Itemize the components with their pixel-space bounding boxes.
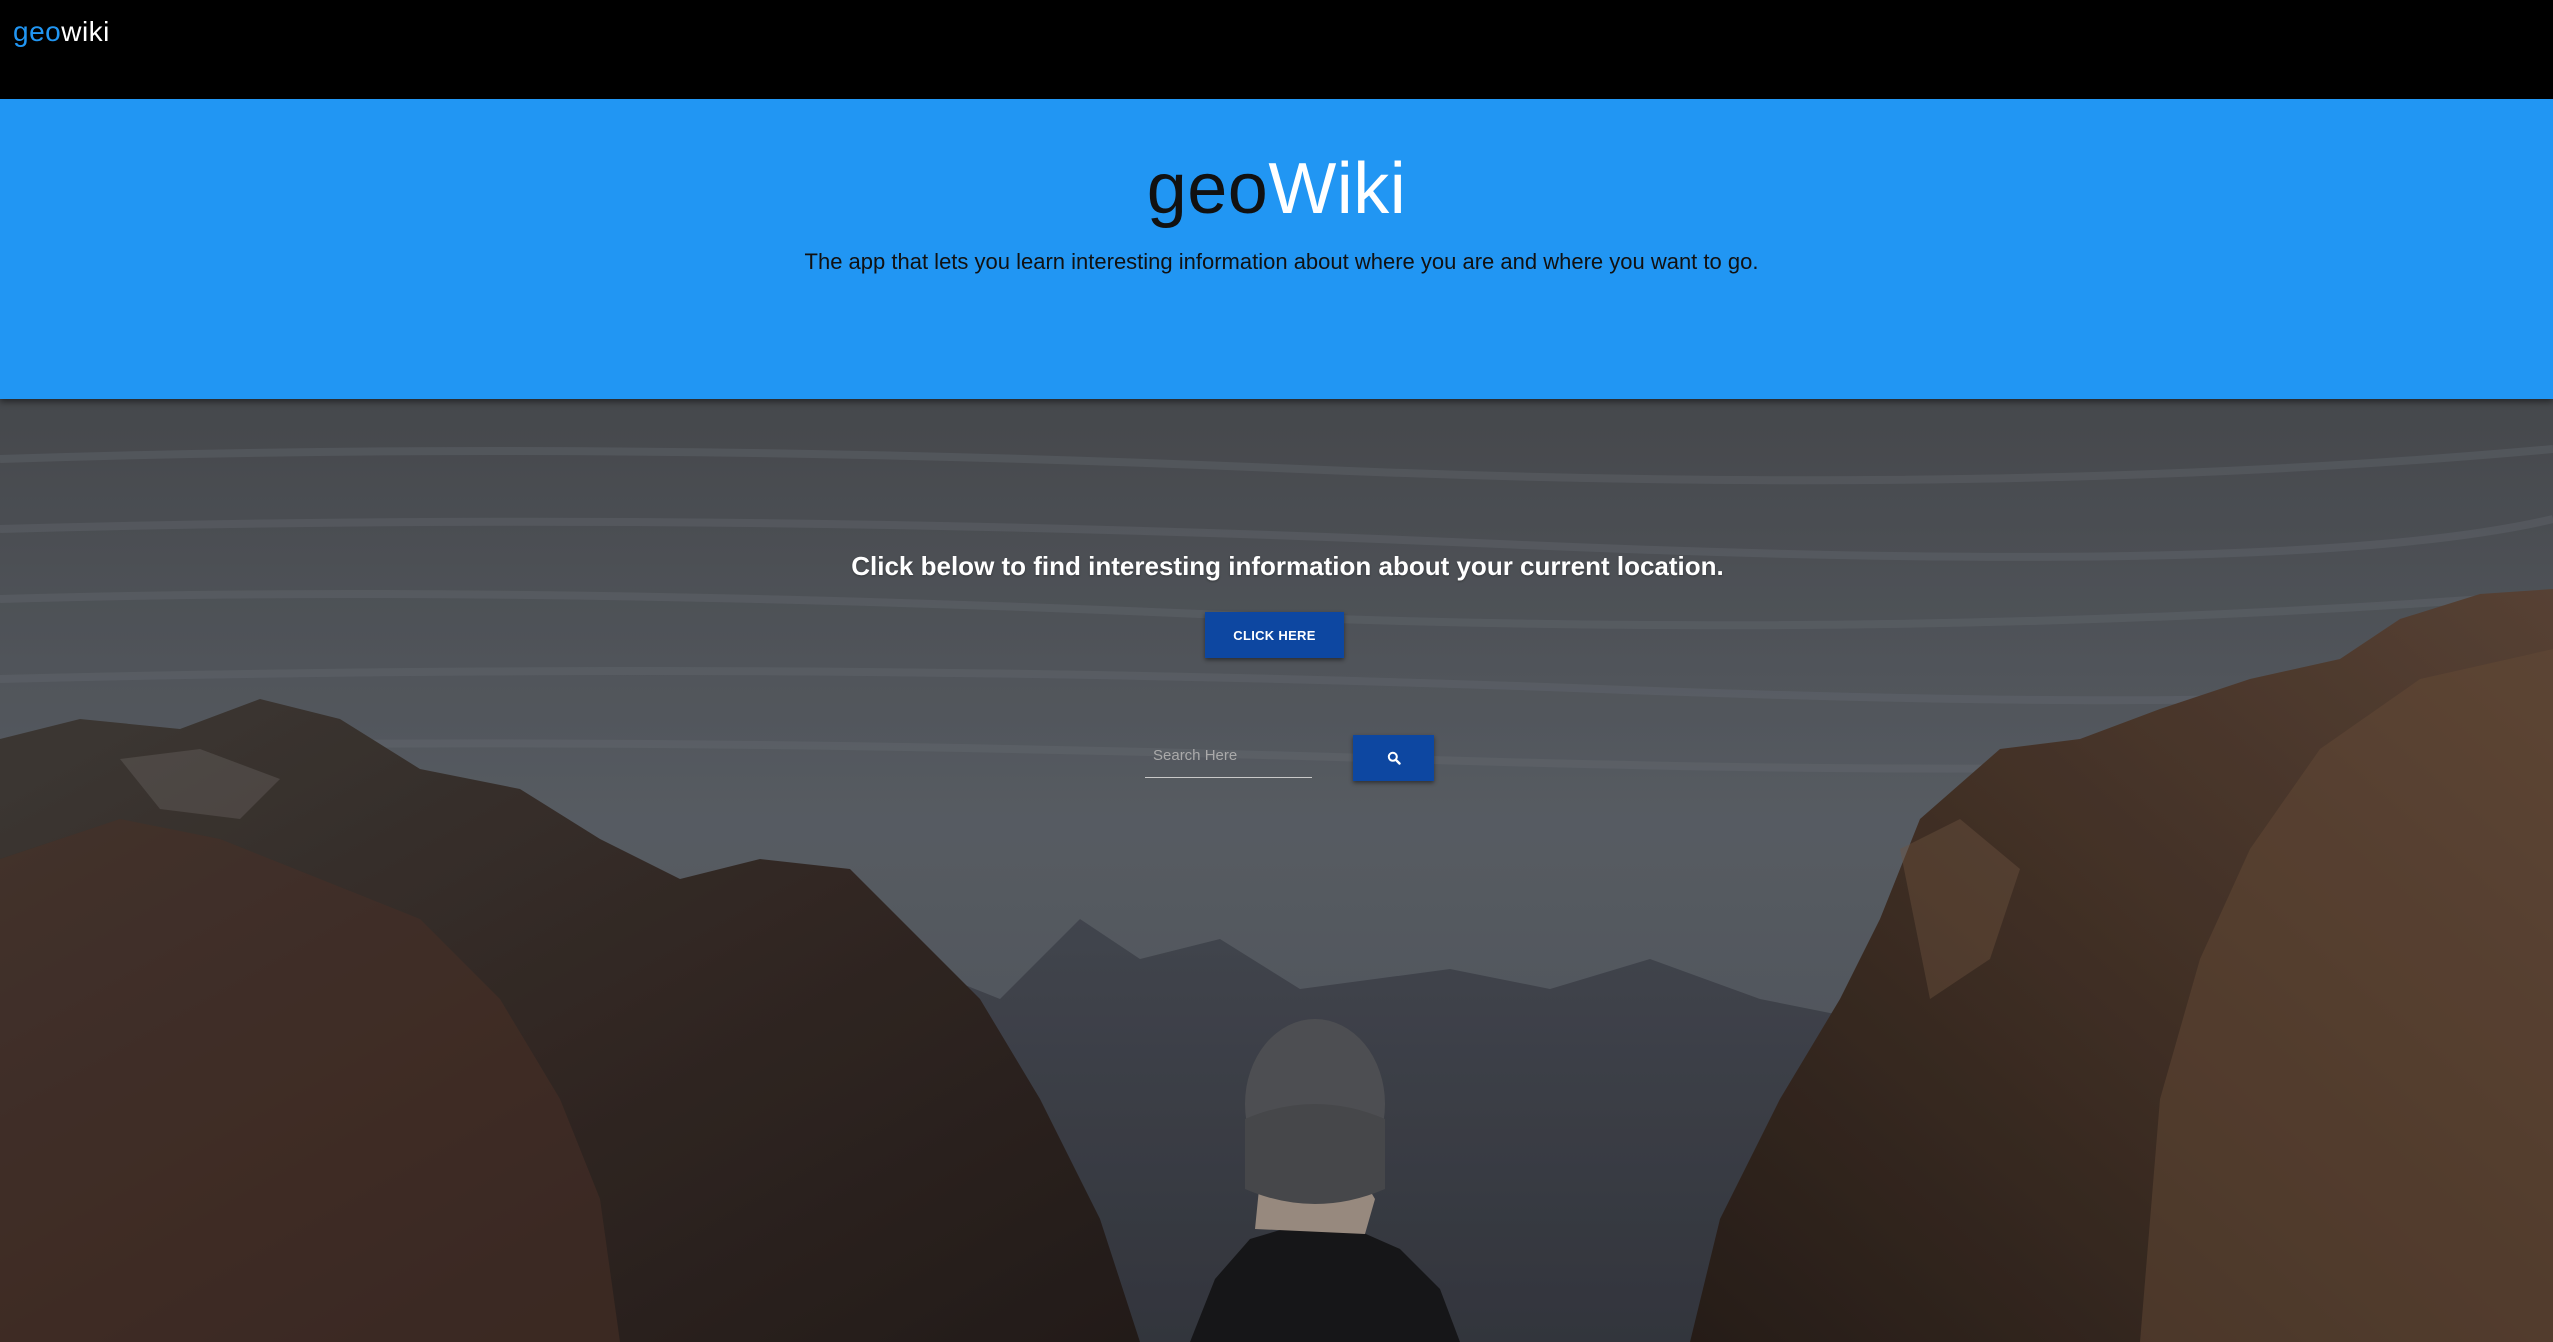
navbar: geowiki <box>0 0 2553 99</box>
hero-title-wiki: Wiki <box>1268 149 1407 229</box>
brand-geo-text: geo <box>13 16 62 47</box>
hero-title: geoWiki <box>0 144 2553 234</box>
location-prompt-text: Click below to find interesting informat… <box>851 551 1724 581</box>
search-icon <box>1387 751 1401 765</box>
search-input[interactable] <box>1145 734 1312 778</box>
mountain-landscape-image <box>0 399 2553 1342</box>
brand-wiki-text: wiki <box>61 16 110 47</box>
background-scene: Click below to find interesting informat… <box>0 399 2553 1342</box>
search-button[interactable] <box>1353 735 1434 781</box>
hero-title-geo: geo <box>1146 149 1269 229</box>
brand-logo-link[interactable]: geowiki <box>13 14 110 50</box>
click-here-button[interactable]: CLICK HERE <box>1205 612 1344 658</box>
hero-banner: geoWiki The app that lets you learn inte… <box>0 99 2553 399</box>
hero-tagline: The app that lets you learn interesting … <box>804 249 1759 274</box>
